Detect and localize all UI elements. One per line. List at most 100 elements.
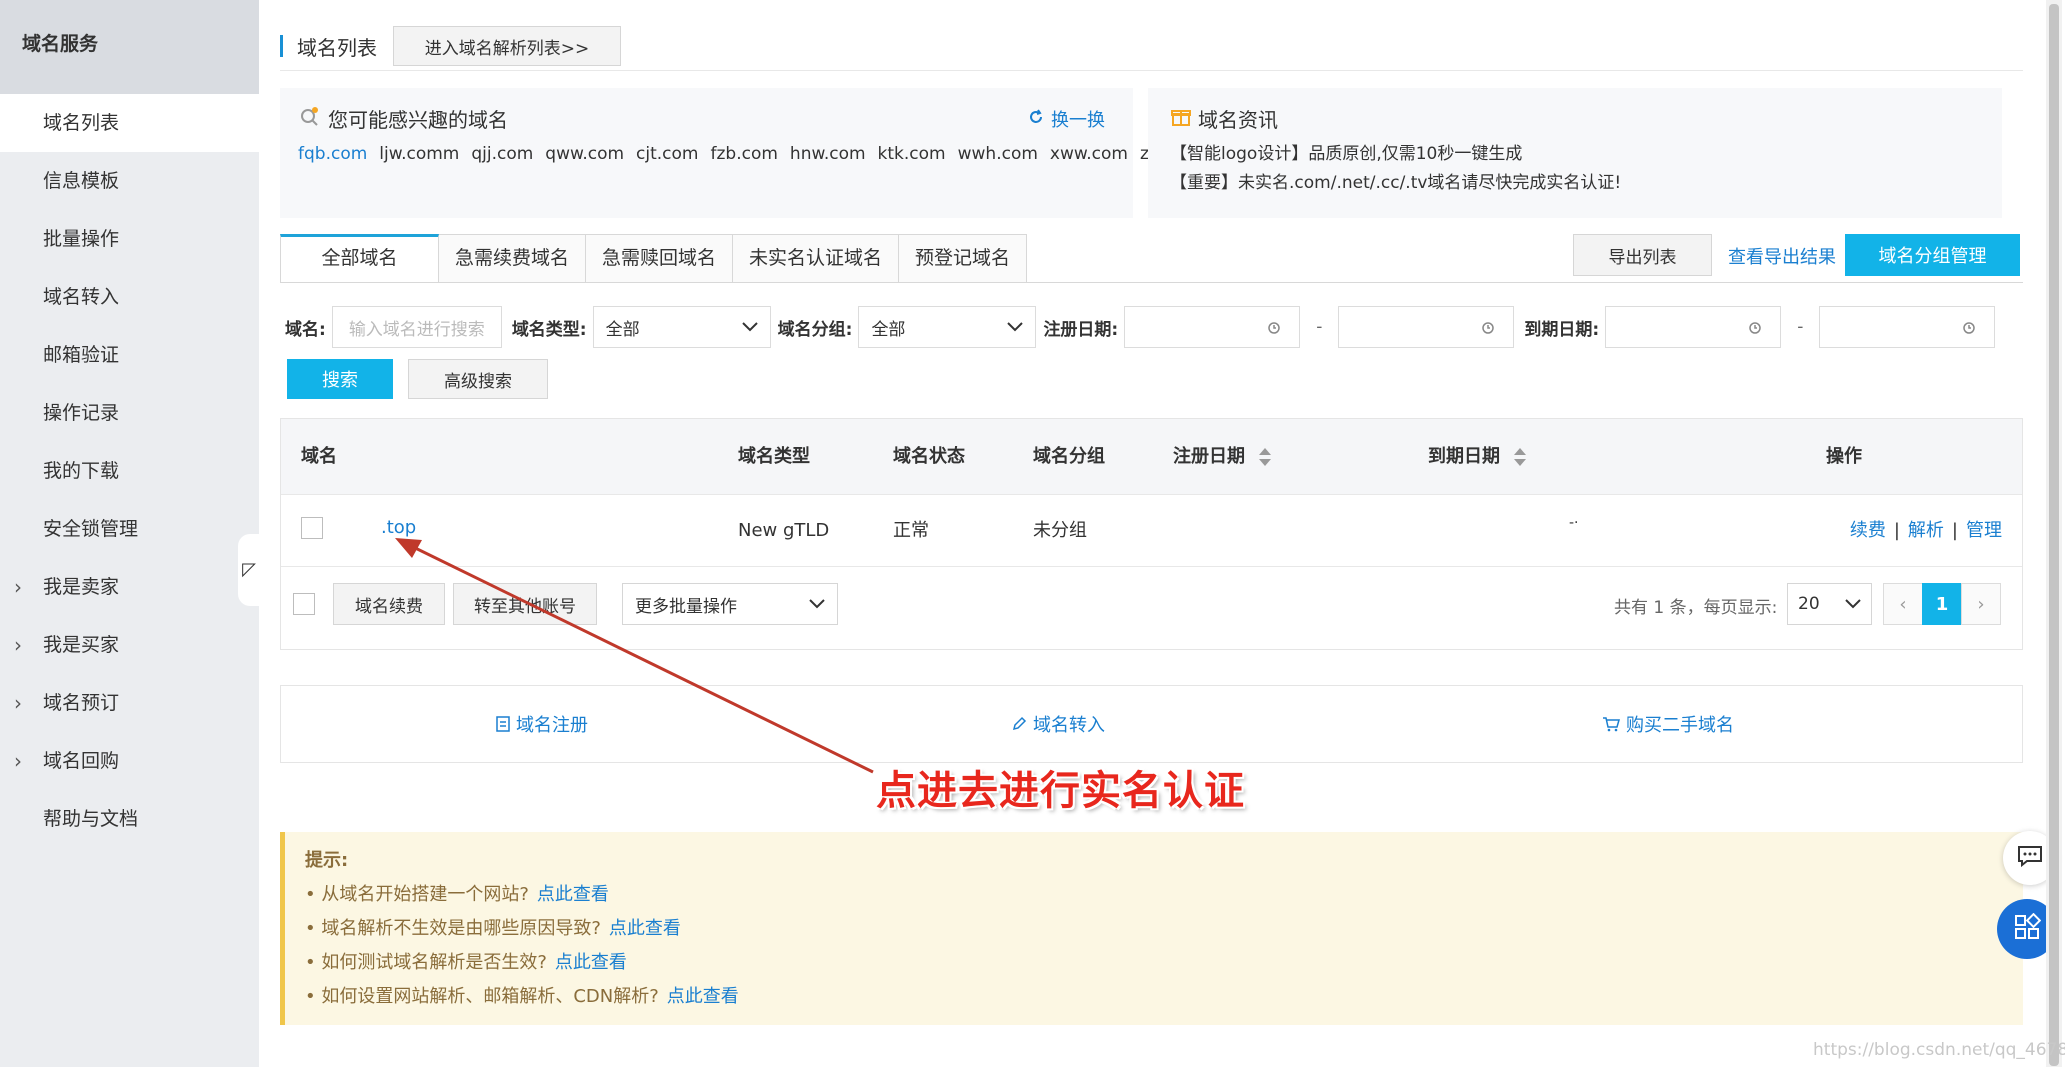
exp-date-end-input[interactable] xyxy=(1819,306,1996,348)
pagination-summary: 共有 1 条，每页显示: xyxy=(1614,598,1778,618)
sidebar-item[interactable]: 批量操作 xyxy=(0,210,259,268)
sidebar-item[interactable]: 域名列表 xyxy=(0,94,259,152)
tab[interactable]: 预登记域名 xyxy=(899,234,1028,283)
sidebar-item-label: 域名列表 xyxy=(43,112,120,134)
sidebar-item-label: 操作记录 xyxy=(43,402,120,424)
scrollbar-thumb[interactable] xyxy=(2049,4,2059,1066)
buy-secondhand-link[interactable]: 购买二手域名 xyxy=(1602,711,1734,737)
sidebar-items: 域名列表信息模板 批量操作 域名转入 邮箱验证操作记录我的下载安全锁管理 › 我是卖家 › 我… xyxy=(0,94,259,848)
document-icon xyxy=(496,716,510,732)
refresh-icon xyxy=(1027,108,1045,131)
sidebar-item-label: 安全锁管理 xyxy=(43,518,139,540)
title-accent-bar xyxy=(280,35,283,57)
tab[interactable]: 全部域名 xyxy=(280,234,439,283)
col-exp-date[interactable]: 到期日期 xyxy=(1428,419,1528,495)
prev-page-button[interactable]: ‹ xyxy=(1883,583,1923,625)
suggested-domain[interactable]: qjj.com xyxy=(471,144,533,164)
dns-list-button[interactable]: 进入域名解析列表>> xyxy=(393,26,621,66)
transfer-account-button[interactable]: 转至其他账号 xyxy=(453,583,597,625)
sidebar-item[interactable]: 我的下载 xyxy=(0,442,259,500)
domain-search-input[interactable]: 输入域名进行搜索 xyxy=(331,306,502,348)
chevron-right-icon: › xyxy=(14,691,22,715)
chat-icon xyxy=(2017,844,2043,872)
suggested-domain-list: fqb.com ljw.comm qjj.com qww.com cjt.com fzb.… xyxy=(298,140,1544,169)
domain-tabs: 全部域名 急需续费域名 急需赎回域名 未实名认证域名 预登记域名 xyxy=(280,234,1028,283)
search-button[interactable]: 搜索 xyxy=(287,359,393,399)
sidebar-item[interactable]: › 域名预订 xyxy=(0,674,259,732)
register-domain-link[interactable]: 域名注册 xyxy=(496,711,588,737)
date-range-dash: - xyxy=(1316,317,1323,337)
group-select-value: 全部 xyxy=(871,319,906,340)
col-reg-date[interactable]: 注册日期 xyxy=(1173,419,1273,495)
domain-link[interactable]: .top xyxy=(381,495,416,561)
annotation-text: 点进去进行实名认证 xyxy=(876,768,1245,814)
refresh-button[interactable]: 换一换 xyxy=(1027,106,1105,132)
tip-text: • 域名解析不生效是由哪些原因导致? xyxy=(305,918,601,939)
group-manage-button[interactable]: 域名分组管理 xyxy=(1845,234,2020,276)
tab[interactable]: 未实名认证域名 xyxy=(733,234,900,283)
select-all-checkbox[interactable] xyxy=(293,593,315,615)
more-bulk-select[interactable]: 更多批量操作 xyxy=(622,583,838,625)
suggested-domain[interactable]: hnw.com xyxy=(790,144,866,164)
suggest-title: 您可能感兴趣的域名 xyxy=(328,107,508,132)
tip-link[interactable]: 点此查看 xyxy=(555,952,627,973)
suggested-domain[interactable]: ktk.com xyxy=(878,144,946,164)
sidebar-item[interactable]: 域名转入 xyxy=(0,268,259,326)
renew-link[interactable]: 续费 xyxy=(1850,520,1886,541)
sidebar-item[interactable]: 邮箱验证 xyxy=(0,326,259,384)
next-page-button[interactable]: › xyxy=(1961,583,2001,625)
tip-item: • 如何测试域名解析是否生效? 点此查看 xyxy=(305,946,2003,980)
tip-item: • 域名解析不生效是由哪些原因导致? 点此查看 xyxy=(305,912,2003,946)
page-size-select[interactable]: 20 xyxy=(1787,583,1872,625)
tip-link[interactable]: 点此查看 xyxy=(667,986,739,1007)
suggested-domain[interactable]: ljw.comm xyxy=(379,144,459,164)
suggested-domain[interactable]: fqb.com xyxy=(298,144,367,164)
export-list-button[interactable]: 导出列表 xyxy=(1573,234,1712,276)
reg-date-start-input[interactable] xyxy=(1124,306,1301,348)
manage-link[interactable]: 管理 xyxy=(1966,520,2002,541)
sidebar-item[interactable]: › 我是买家 xyxy=(0,616,259,674)
sidebar-item[interactable]: › 域名回购 xyxy=(0,732,259,790)
tip-text: • 如何测试域名解析是否生效? xyxy=(305,952,547,973)
news-item[interactable]: 【重要】未实名.com/.net/.cc/.tv域名请尽快完成实名认证! xyxy=(1170,169,1984,198)
chevron-down-icon xyxy=(741,317,758,337)
group-select[interactable]: 全部 xyxy=(858,306,1037,348)
view-export-result-link[interactable]: 查看导出结果 xyxy=(1728,243,1836,269)
type-select[interactable]: 全部 xyxy=(592,306,771,348)
suggest-header: 您可能感兴趣的域名 xyxy=(298,104,1115,132)
pencil-icon xyxy=(1012,716,1027,731)
date-range-dash: - xyxy=(1797,317,1804,337)
reg-date-end-input[interactable] xyxy=(1338,306,1515,348)
suggested-domain[interactable]: wwh.com xyxy=(958,144,1038,164)
row-checkbox[interactable] xyxy=(301,517,323,539)
table-footer: 域名续费 转至其他账号 更多批量操作 共有 1 条，每页显示: 20 ‹ 1 › xyxy=(281,567,2022,649)
suggested-domain[interactable]: xww.com xyxy=(1050,144,1128,164)
news-item[interactable]: 【智能logo设计】品质原创,仅需10秒一键生成 xyxy=(1170,140,1984,169)
suggested-domain[interactable]: cjt.com xyxy=(636,144,698,164)
suggested-domain[interactable]: fzb.com xyxy=(711,144,778,164)
resolve-link[interactable]: 解析 xyxy=(1908,520,1944,541)
page-1-button[interactable]: 1 xyxy=(1922,583,1962,625)
transfer-in-link[interactable]: 域名转入 xyxy=(1011,711,1105,737)
sidebar-collapse-handle[interactable]: ◸ xyxy=(238,534,260,606)
tip-link[interactable]: 点此查看 xyxy=(537,884,609,905)
tab[interactable]: 急需续费域名 xyxy=(439,234,587,283)
sidebar-item[interactable]: 信息模板 xyxy=(0,152,259,210)
tip-link[interactable]: 点此查看 xyxy=(609,918,681,939)
cart-icon xyxy=(1603,717,1620,732)
sidebar-item[interactable]: › 我是卖家 xyxy=(0,558,259,616)
sidebar-item[interactable]: 操作记录 xyxy=(0,384,259,442)
bulk-renew-button[interactable]: 域名续费 xyxy=(333,583,445,625)
suggested-domain[interactable]: qww.com xyxy=(545,144,624,164)
clock-icon xyxy=(1268,322,1280,334)
sidebar-item[interactable]: 帮助与文档 xyxy=(0,790,259,848)
refresh-label: 换一换 xyxy=(1051,110,1105,131)
sidebar-item[interactable]: 安全锁管理 xyxy=(0,500,259,558)
tab[interactable]: 急需赎回域名 xyxy=(586,234,734,283)
group-filter-label: 域名分组: xyxy=(777,319,853,340)
suggest-panel: 您可能感兴趣的域名 换一换 fqb.com ljw.comm qjj.com qww.… xyxy=(280,88,1544,218)
exp-date-start-input[interactable] xyxy=(1605,306,1782,348)
watermark: https://blog.csdn.net/qq_46788920 xyxy=(1813,1040,2065,1060)
advanced-search-button[interactable]: 高级搜索 xyxy=(408,359,548,399)
news-list: 【智能logo设计】品质原创,仅需10秒一键生成 【重要】未实名.com/.ne… xyxy=(1170,140,1984,198)
